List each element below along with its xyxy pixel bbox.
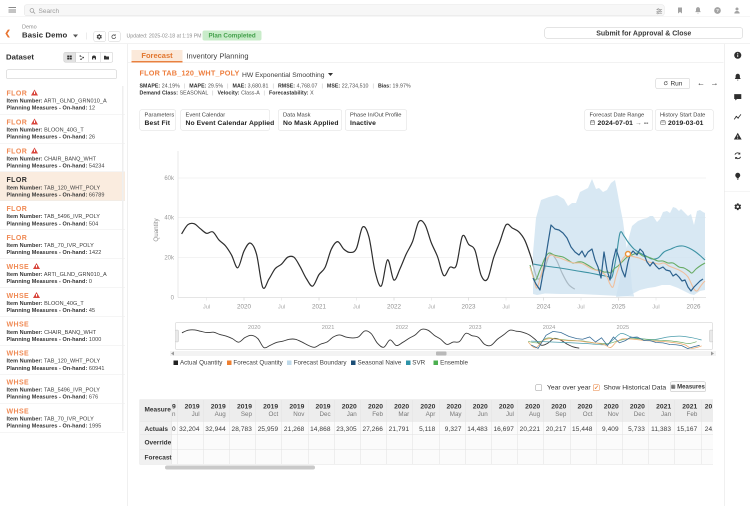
svg-text:?: ?: [716, 8, 719, 13]
svg-text:2025: 2025: [617, 325, 630, 331]
svg-text:2020: 2020: [248, 325, 261, 331]
svg-text:Jul: Jul: [652, 305, 659, 311]
svg-text:Jul: Jul: [428, 305, 435, 311]
svg-text:40k: 40k: [164, 216, 175, 222]
svg-text:Jul: Jul: [203, 305, 210, 311]
svg-text:2023: 2023: [469, 325, 482, 331]
svg-text:2020: 2020: [237, 304, 251, 311]
svg-text:Quantity: Quantity: [153, 217, 160, 241]
svg-text:2025: 2025: [612, 304, 626, 311]
svg-text:60k: 60k: [164, 176, 175, 182]
svg-text:2021: 2021: [322, 325, 335, 331]
svg-text:Jul: Jul: [577, 305, 584, 311]
svg-text:2023: 2023: [462, 304, 476, 311]
svg-text:0: 0: [171, 296, 175, 302]
svg-text:2024: 2024: [537, 304, 551, 311]
svg-text:20k: 20k: [164, 255, 175, 261]
svg-text:2022: 2022: [387, 304, 401, 311]
svg-text:2021: 2021: [312, 304, 326, 311]
svg-text:Jul: Jul: [502, 305, 509, 311]
svg-text:2026: 2026: [687, 304, 701, 311]
svg-text:2024: 2024: [543, 325, 556, 331]
svg-text:2022: 2022: [396, 325, 409, 331]
svg-text:Jul: Jul: [353, 305, 360, 311]
svg-text:Jul: Jul: [278, 305, 285, 311]
